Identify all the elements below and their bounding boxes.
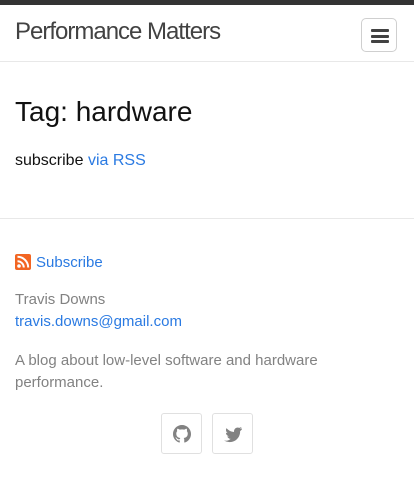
site-title-link[interactable]: Performance Matters bbox=[15, 17, 221, 47]
github-icon bbox=[173, 425, 191, 443]
author-email-link[interactable]: travis.downs@gmail.com bbox=[15, 313, 182, 331]
rss-subscribe-link[interactable]: via RSS bbox=[88, 152, 146, 169]
twitter-icon bbox=[224, 426, 242, 443]
twitter-button[interactable] bbox=[212, 413, 253, 454]
subscribe-line: subscribe via RSS bbox=[15, 151, 146, 171]
page-title: Tag: hardware bbox=[15, 96, 193, 127]
author-name: Travis Downs bbox=[15, 291, 106, 308]
menu-toggle-button[interactable] bbox=[361, 18, 397, 52]
subscribe-prefix: subscribe bbox=[15, 152, 84, 169]
github-button[interactable] bbox=[161, 413, 202, 454]
rss-icon bbox=[15, 254, 31, 270]
site-header: Performance Matters bbox=[0, 5, 414, 62]
footer-divider bbox=[0, 218, 414, 219]
hamburger-menu-icon bbox=[371, 29, 389, 43]
site-description: A blog about low-level software and hard… bbox=[15, 352, 318, 391]
footer-subscribe-link[interactable]: Subscribe bbox=[36, 254, 103, 272]
